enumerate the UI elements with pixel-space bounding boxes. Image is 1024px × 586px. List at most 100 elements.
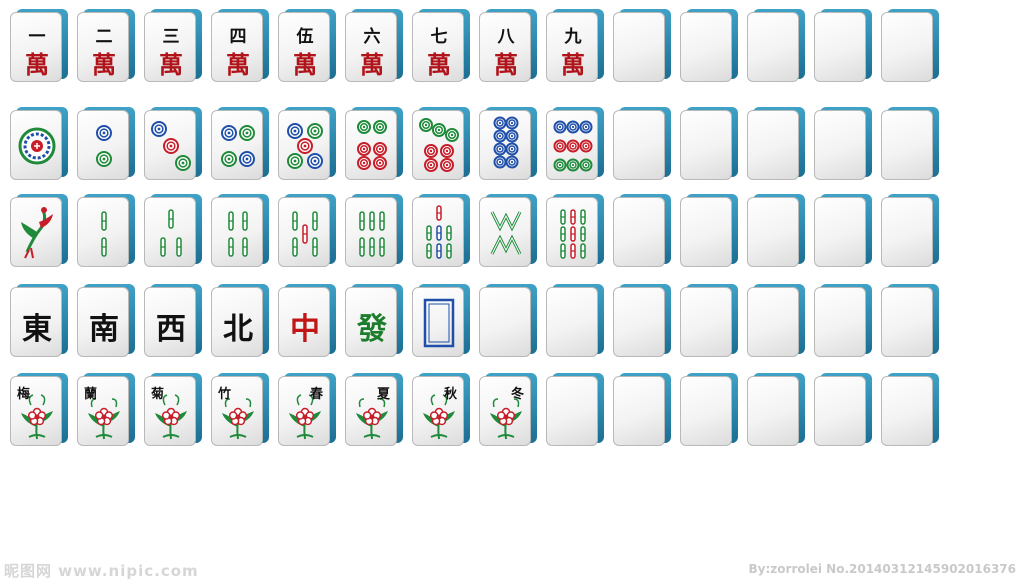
red-dragon-glyph: 中 [290, 312, 320, 347]
tile-face [881, 12, 933, 82]
circle-tile[interactable] [77, 107, 135, 182]
bamboo-tile[interactable] [479, 194, 537, 269]
bamboo-tile[interactable] [10, 194, 68, 269]
blank-tile[interactable] [613, 284, 671, 359]
blank-tile[interactable] [814, 9, 872, 84]
character-tile[interactable]: 三萬 [144, 9, 202, 84]
bamboo-tile[interactable] [77, 194, 135, 269]
white-dragon-frame [423, 298, 455, 348]
bamboo-tile[interactable] [412, 194, 470, 269]
blank-tile[interactable] [747, 107, 805, 182]
tile-face [881, 376, 933, 446]
blank-tile[interactable] [680, 107, 738, 182]
blank-tile[interactable] [546, 284, 604, 359]
wind-tile[interactable]: 東 [10, 284, 68, 359]
blank-tile[interactable] [747, 284, 805, 359]
tile-face: 菊 [144, 376, 196, 446]
tile-face [613, 197, 665, 267]
bamboo-suit-pattern [292, 211, 318, 257]
circle-tile[interactable] [546, 107, 604, 182]
white-dragon-tile[interactable] [412, 284, 470, 359]
character-tile[interactable]: 四萬 [211, 9, 269, 84]
circle-tile[interactable] [278, 107, 336, 182]
bamboo-tile[interactable] [144, 194, 202, 269]
green-dragon-glyph: 發 [357, 312, 387, 347]
bamboo-tile[interactable] [211, 194, 269, 269]
flower-tile[interactable]: 夏 [345, 373, 403, 448]
bamboo-tile[interactable] [345, 194, 403, 269]
wind-tile[interactable]: 南 [77, 284, 135, 359]
blank-tile[interactable] [613, 373, 671, 448]
blank-tile[interactable] [814, 107, 872, 182]
blank-tile[interactable] [613, 9, 671, 84]
tile-face [144, 110, 196, 180]
flower-tile[interactable]: 春 [278, 373, 336, 448]
green-dragon-tile[interactable]: 發 [345, 284, 403, 359]
flower-tile[interactable]: 秋 [412, 373, 470, 448]
blank-tile[interactable] [680, 194, 738, 269]
blank-tile[interactable] [680, 373, 738, 448]
blank-tile[interactable] [814, 194, 872, 269]
blank-tile[interactable] [747, 194, 805, 269]
flower-tile[interactable]: 竹 [211, 373, 269, 448]
blank-tile[interactable] [814, 284, 872, 359]
blank-tile[interactable] [881, 194, 939, 269]
character-tile[interactable]: 伍萬 [278, 9, 336, 84]
tile-face [546, 197, 598, 267]
tile-face [680, 12, 732, 82]
flower-tile[interactable]: 蘭 [77, 373, 135, 448]
tile-face [345, 197, 397, 267]
tile-face: 四萬 [211, 12, 263, 82]
flower-tile[interactable]: 菊 [144, 373, 202, 448]
circle-suit-pattern [287, 123, 323, 169]
tile-face: 伍萬 [278, 12, 330, 82]
tile-suit-glyph: 萬 [293, 50, 317, 79]
circle-tile[interactable] [345, 107, 403, 182]
character-tile[interactable]: 八萬 [479, 9, 537, 84]
circle-tile[interactable] [479, 107, 537, 182]
blank-tile[interactable] [747, 9, 805, 84]
blank-tile[interactable] [881, 107, 939, 182]
tile-face: 北 [211, 287, 263, 357]
blank-tile[interactable] [881, 284, 939, 359]
blank-tile[interactable] [479, 284, 537, 359]
tile-numeral: 九 [564, 27, 582, 47]
blank-tile[interactable] [613, 194, 671, 269]
tile-suit-glyph: 萬 [92, 50, 116, 79]
character-tile[interactable]: 二萬 [77, 9, 135, 84]
blank-tile[interactable] [613, 107, 671, 182]
character-tile[interactable]: 七萬 [412, 9, 470, 84]
tile-face: 西 [144, 287, 196, 357]
blank-tile[interactable] [680, 284, 738, 359]
blank-tile[interactable] [747, 373, 805, 448]
tile-numeral: 六 [363, 27, 381, 47]
bamboo-tile[interactable] [278, 194, 336, 269]
circle-tile[interactable] [412, 107, 470, 182]
bamboo-tile[interactable] [546, 194, 604, 269]
wind-tile[interactable]: 北 [211, 284, 269, 359]
blank-tile[interactable] [680, 9, 738, 84]
tile-suit-glyph: 萬 [226, 50, 250, 79]
red-dragon-tile[interactable]: 中 [278, 284, 336, 359]
circle-tile[interactable] [10, 107, 68, 182]
tile-face [814, 110, 866, 180]
character-tile[interactable]: 一萬 [10, 9, 68, 84]
tile-suit-glyph: 萬 [159, 50, 183, 79]
blank-tile[interactable] [546, 373, 604, 448]
blank-tile[interactable] [814, 373, 872, 448]
blank-tile[interactable] [881, 373, 939, 448]
tile-face [345, 110, 397, 180]
blank-tile[interactable] [881, 9, 939, 84]
flower-tile[interactable]: 冬 [479, 373, 537, 448]
tile-face [814, 287, 866, 357]
circle-tile[interactable] [144, 107, 202, 182]
tile-suit-glyph: 萬 [427, 50, 451, 79]
flower-tile[interactable]: 梅 [10, 373, 68, 448]
tile-suit-glyph: 萬 [360, 50, 384, 79]
wind-glyph: 東 [22, 312, 52, 347]
tile-face [546, 376, 598, 446]
character-tile[interactable]: 六萬 [345, 9, 403, 84]
circle-tile[interactable] [211, 107, 269, 182]
character-tile[interactable]: 九萬 [546, 9, 604, 84]
wind-tile[interactable]: 西 [144, 284, 202, 359]
